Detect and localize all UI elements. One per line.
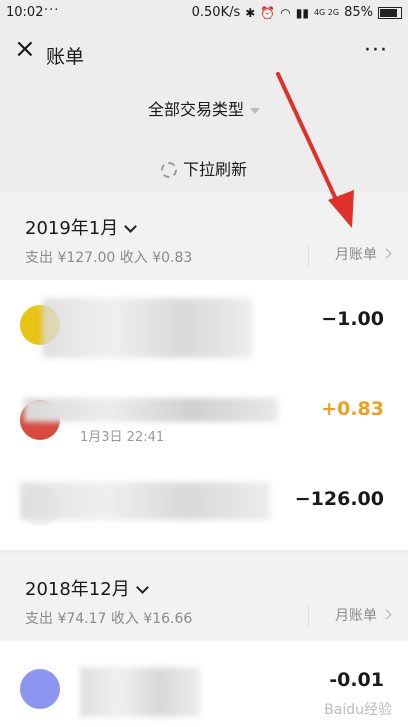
more-icon[interactable]: ··· — [364, 38, 388, 63]
blurred-name — [20, 482, 270, 520]
chevron-down-icon — [124, 220, 138, 233]
transaction-row[interactable]: −1.00 — [0, 280, 408, 370]
loading-spinner-icon — [160, 162, 177, 178]
monthly-bill-link[interactable]: 月账单 — [308, 605, 392, 627]
month-header: 2018年12月 支出 ¥74.17 收入 ¥16.66 月账单 — [0, 553, 408, 641]
month-summary: 支出 ¥74.17 收入 ¥16.66 — [25, 611, 193, 627]
alarm-icon: ⏰ — [260, 5, 276, 20]
blurred-name — [42, 298, 252, 358]
transaction-row[interactable]: −126.00 — [0, 460, 408, 550]
status-dots: ··· — [44, 3, 60, 18]
annotation-arrow — [276, 72, 354, 228]
bill-link-label: 月账单 — [335, 608, 377, 624]
battery-percent: 85% — [344, 5, 373, 20]
page-title: 账单 — [46, 46, 85, 68]
transaction-list: −1.00 1月3日 22:41 +0.83 −126.00 — [0, 280, 408, 550]
monthly-bill-link[interactable]: 月账单 — [308, 244, 392, 266]
month-title: 2019年1月 — [25, 218, 119, 239]
transaction-amount: +0.83 — [321, 398, 384, 420]
month-selector[interactable]: 2019年1月 — [25, 214, 138, 240]
close-icon[interactable]: × — [14, 36, 36, 62]
transaction-row[interactable]: 1月3日 22:41 +0.83 — [0, 370, 408, 460]
network-type: 4G 2G — [313, 8, 340, 17]
month-title: 2018年12月 — [25, 579, 130, 600]
status-bar: 10:02 ··· 0.50K/s ✱ ⏰ ◠ ▮▮ 4G 2G 85% — [0, 0, 408, 26]
bill-link-label: 月账单 — [335, 247, 377, 263]
wifi-icon: ◠ — [280, 5, 291, 20]
month-summary: 支出 ¥127.00 收入 ¥0.83 — [25, 250, 193, 266]
transaction-date: 1月3日 22:41 — [80, 430, 165, 445]
filter-label: 全部交易类型 — [147, 100, 244, 119]
chevron-right-icon — [381, 248, 392, 259]
transaction-amount: -0.01 — [329, 669, 384, 691]
month-selector[interactable]: 2018年12月 — [25, 575, 149, 601]
transaction-amount: −126.00 — [294, 488, 384, 510]
bluetooth-icon: ✱ — [245, 5, 256, 20]
battery-icon — [378, 6, 402, 19]
merchant-avatar — [20, 669, 60, 709]
network-speed: 0.50K/s — [191, 5, 241, 20]
blurred-name — [80, 667, 200, 717]
signal-icon: ▮▮ — [295, 5, 309, 20]
chevron-down-icon — [135, 581, 149, 594]
chevron-right-icon — [381, 609, 392, 620]
watermark-text: Baidu经验 — [324, 702, 392, 718]
status-time: 10:02 — [6, 5, 44, 20]
caret-down-icon — [250, 107, 260, 114]
blurred-name — [24, 398, 278, 422]
transaction-amount: −1.00 — [321, 308, 384, 330]
refresh-label: 下拉刷新 — [182, 160, 247, 179]
